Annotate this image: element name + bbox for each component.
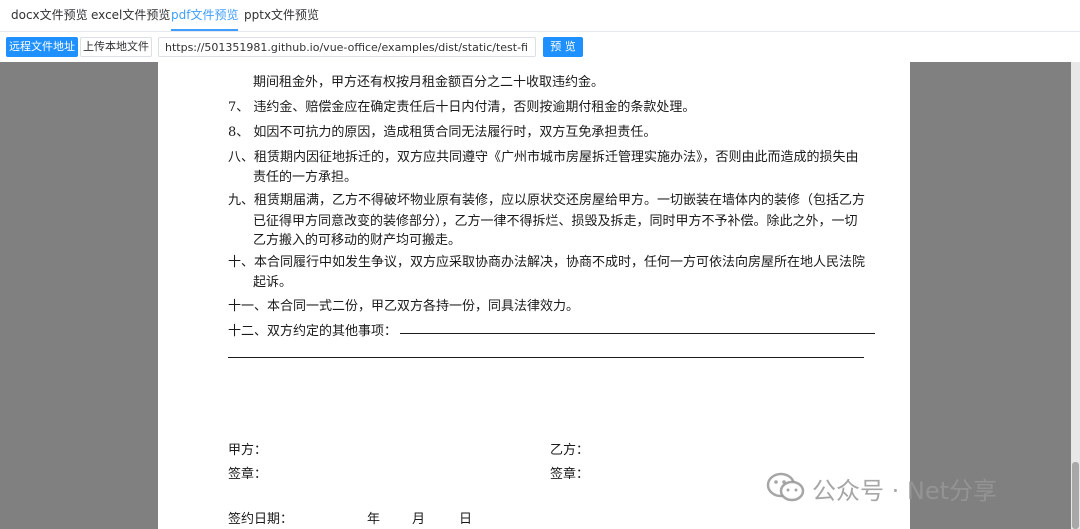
pdf-viewer[interactable]: 期间租金外，甲方还有权按月租金额百分之二十收取违约金。 7、 违约金、赔偿金应在… (0, 62, 1080, 529)
year-label: 年 (367, 512, 381, 527)
sign-date-label: 签约日期： (228, 512, 294, 527)
month-label: 月 (412, 512, 426, 527)
vertical-scrollbar[interactable] (1071, 62, 1080, 529)
tab-pdf-preview[interactable]: pdf文件预览 (171, 0, 239, 31)
blank-line-2 (228, 357, 864, 358)
scrollbar-thumb[interactable] (1072, 462, 1079, 529)
watermark: 公众号 · Net分享 (766, 470, 997, 506)
clause-ba-line-2: 责任的一方承担。 (253, 170, 358, 185)
party-a-seal-label: 签章： (228, 467, 268, 482)
clause-jiu-line-1: 九、租赁期届满，乙方不得破坏物业原有装修，应以原状交还房屋给甲方。一切嵌装在墙体… (228, 193, 866, 208)
preview-toolbar: 远程文件地址 上传本地文件 预 览 (0, 32, 1080, 62)
file-url-input[interactable] (158, 37, 536, 57)
pdf-page: 期间租金外，甲方还有权按月租金额百分之二十收取违约金。 7、 违约金、赔偿金应在… (158, 62, 910, 529)
file-type-tabs: docx文件预览 excel文件预览 pdf文件预览 pptx文件预览 (0, 0, 1080, 32)
wechat-logo-icon (766, 471, 806, 505)
clause-6-tail: 期间租金外，甲方还有权按月租金额百分之二十收取违约金。 (253, 75, 605, 90)
tab-excel-preview[interactable]: excel文件预览 (91, 0, 170, 31)
clause-jiu-line-3: 乙方搬入的可移动的财产均可搬走。 (253, 233, 462, 248)
party-a-label: 甲方： (228, 443, 268, 458)
clause-shi-line-2: 起诉。 (253, 275, 293, 290)
clause-shiyi: 十一、本合同一式二份，甲乙双方各持一份，同具法律效力。 (228, 299, 580, 314)
clause-8: 8、 如因不可抗力的原因，造成租赁合同无法履行时，双方互免承担责任。 (228, 125, 657, 140)
remote-file-button[interactable]: 远程文件地址 (6, 37, 78, 57)
preview-button[interactable]: 预 览 (543, 37, 583, 57)
tab-pptx-preview[interactable]: pptx文件预览 (244, 0, 319, 31)
clause-7: 7、 违约金、赔偿金应在确定责任后十日内付清，否则按逾期付租金的条款处理。 (228, 100, 696, 115)
blank-line-1 (400, 333, 875, 334)
clause-shier: 十二、双方约定的其他事项： (228, 324, 398, 339)
clause-ba-line-1: 八、租赁期内因征地拆迁的，双方应共同遵守《广州市城市房屋拆迁管理实施办法》，否则… (228, 150, 859, 165)
clause-shi-line-1: 十、本合同履行中如发生争议，双方应采取协商办法解决，协商不成时，任何一方可依法向… (228, 255, 866, 270)
day-label: 日 (459, 512, 473, 527)
tab-docx-preview[interactable]: docx文件预览 (11, 0, 88, 31)
party-b-label: 乙方： (550, 443, 590, 458)
clause-jiu-line-2: 已征得甲方同意改变的装修部分），乙方一律不得拆烂、损毁及拆走，同时甲方不予补偿。… (253, 214, 858, 229)
party-b-seal-label: 签章： (550, 467, 590, 482)
watermark-text: 公众号 · Net分享 (812, 476, 998, 505)
upload-local-file-button[interactable]: 上传本地文件 (80, 37, 152, 57)
